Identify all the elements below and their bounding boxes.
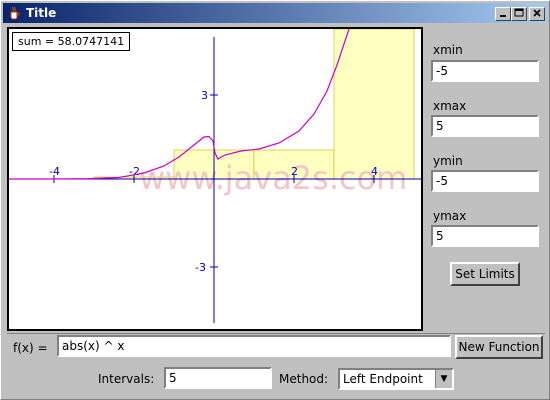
xmax-field[interactable]: 5 xyxy=(431,115,539,137)
dropdown-arrow-icon[interactable]: ▼ xyxy=(435,370,452,388)
watermark: www.java2s.com xyxy=(139,159,407,197)
ymin-label: ymin xyxy=(433,154,463,168)
xmin-field[interactable]: -5 xyxy=(431,60,539,82)
intervals-input[interactable]: 5 xyxy=(164,367,272,389)
y-tick-label: -3 xyxy=(195,261,206,274)
java-cup-icon xyxy=(10,6,20,20)
close-button[interactable] xyxy=(529,7,545,21)
function-label: f(x) = xyxy=(13,341,48,355)
method-select[interactable]: Left Endpoint ▼ xyxy=(338,368,454,390)
set-limits-button[interactable]: Set Limits xyxy=(450,262,520,286)
new-function-button[interactable]: New Function xyxy=(455,335,543,359)
x-tick-label: -2 xyxy=(129,165,140,178)
app-window: Title www.java2s.com -4 -2 2 4 3 -3 sum … xyxy=(0,0,550,400)
x-tick-label: 4 xyxy=(371,165,378,178)
close-icon xyxy=(533,9,541,17)
sum-display: sum = 58.0747141 xyxy=(12,32,131,51)
y-tick-label: 3 xyxy=(201,89,208,102)
ymax-field[interactable]: 5 xyxy=(431,225,539,247)
ymax-label: ymax xyxy=(433,209,467,223)
x-tick-label: -4 xyxy=(49,165,60,178)
plot-canvas[interactable]: www.java2s.com -4 -2 2 4 3 -3 sum = 58.0… xyxy=(7,27,423,331)
method-select-value: Left Endpoint xyxy=(343,372,423,386)
xmax-label: xmax xyxy=(433,99,467,113)
x-tick-label: 2 xyxy=(291,165,298,178)
window-title: Title xyxy=(26,6,57,20)
riemann-rect-5 xyxy=(333,29,415,180)
minimize-icon xyxy=(500,15,506,17)
intervals-label: Intervals: xyxy=(98,372,155,386)
minimize-button[interactable] xyxy=(495,7,511,21)
maximize-button[interactable] xyxy=(511,7,527,21)
plot-svg: www.java2s.com -4 -2 2 4 3 -3 xyxy=(9,29,421,323)
title-bar[interactable]: Title xyxy=(3,3,547,23)
ymin-field[interactable]: -5 xyxy=(431,170,539,192)
method-label: Method: xyxy=(279,372,329,386)
xmin-label: xmin xyxy=(433,43,463,57)
function-input[interactable]: abs(x) ^ x xyxy=(57,335,451,357)
maximize-icon xyxy=(514,8,524,17)
